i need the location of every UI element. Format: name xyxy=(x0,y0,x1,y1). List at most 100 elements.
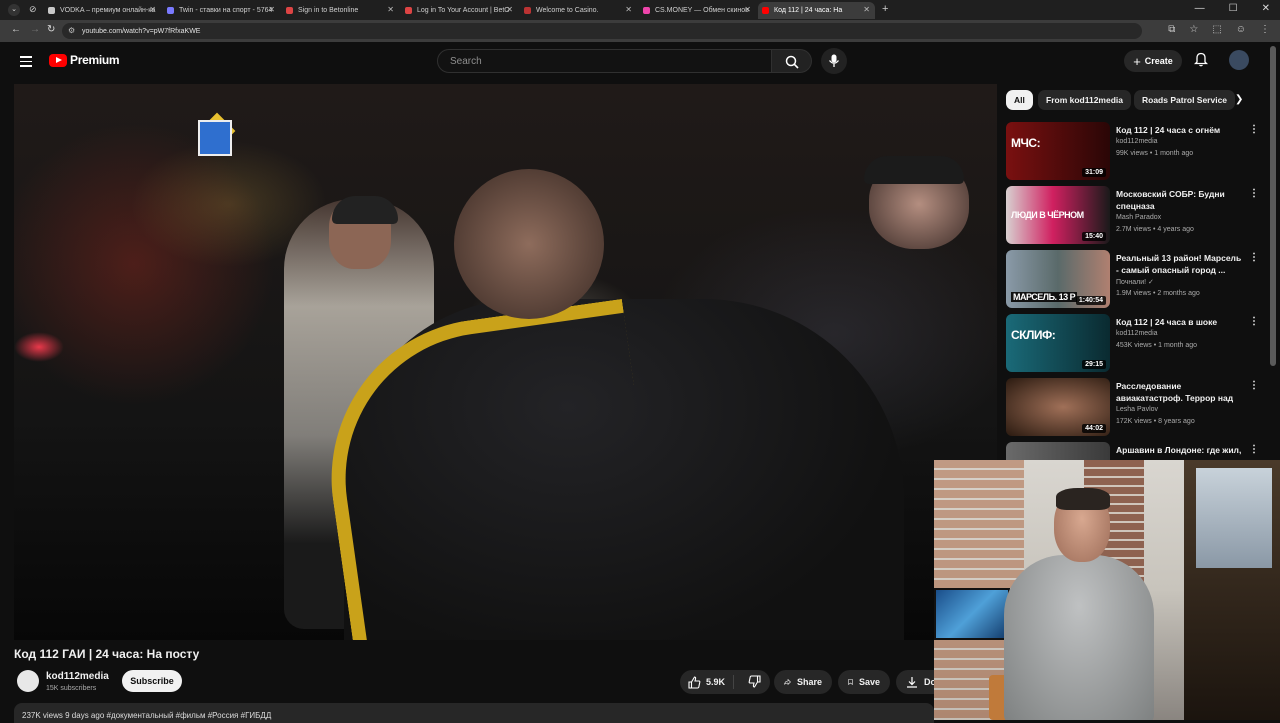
tab-title: Twin - ставки на спорт - 5764 xyxy=(179,7,273,14)
new-tab-icon[interactable]: + xyxy=(882,3,888,15)
video-thumbnail[interactable]: 44:02 xyxy=(1006,378,1110,436)
search-input[interactable] xyxy=(448,55,752,68)
tab-title: Sign in to Betonline xyxy=(298,7,359,14)
recommended-title[interactable]: Код 112 | 24 часа в шоке xyxy=(1116,316,1242,328)
create-button[interactable]: + Create xyxy=(1124,50,1182,72)
voice-search-button[interactable] xyxy=(821,48,847,74)
recommended-video[interactable]: 44:02 Расследование авиакатастроф. Терро… xyxy=(1006,378,1261,438)
account-avatar[interactable] xyxy=(1229,50,1249,70)
site-info-icon[interactable]: ⚙ xyxy=(68,26,75,35)
browser-tab[interactable]: CS.MONEY — Обмен скинов ✕ xyxy=(639,2,756,19)
more-actions-icon[interactable]: ⋮ xyxy=(1249,124,1259,135)
search-icon xyxy=(785,55,799,69)
page-scrollbar[interactable] xyxy=(1270,46,1276,366)
close-window-icon[interactable]: ✕ xyxy=(1262,3,1270,14)
blurred-face-image xyxy=(454,169,604,319)
video-thumbnail[interactable]: СКЛИФ: 29:15 xyxy=(1006,314,1110,372)
browser-tab[interactable]: Welcome to Casino. ✕ xyxy=(520,2,637,19)
browser-tab[interactable]: Log in To Your Account | BetO ✕ xyxy=(401,2,518,19)
chip-roads-patrol[interactable]: Roads Patrol Service xyxy=(1134,90,1236,110)
video-thumbnail[interactable]: МЧС: 31:09 xyxy=(1006,122,1110,180)
reload-icon[interactable]: ↻ xyxy=(47,24,55,35)
subscribe-button[interactable]: Subscribe xyxy=(122,670,182,692)
tail-light-image xyxy=(14,332,64,362)
recommended-video[interactable]: СКЛИФ: 29:15 Код 112 | 24 часа в шоке ko… xyxy=(1006,314,1261,374)
tab-search-icon[interactable]: ⊘ xyxy=(29,4,37,15)
tab-close-icon[interactable]: ✕ xyxy=(744,5,751,14)
youtube-premium-logo[interactable]: Premium xyxy=(49,53,120,67)
share-button[interactable]: Share xyxy=(774,670,832,694)
tab-close-icon[interactable]: ✕ xyxy=(625,5,632,14)
recommended-channel[interactable]: kod112media xyxy=(1116,138,1158,145)
streamer-body-image xyxy=(1004,555,1154,720)
notifications-button[interactable] xyxy=(1193,51,1209,72)
more-actions-icon[interactable]: ⋮ xyxy=(1249,188,1259,199)
minimize-icon[interactable]: — xyxy=(1195,3,1205,14)
tab-close-icon[interactable]: ✕ xyxy=(506,5,513,14)
recommended-channel[interactable]: Почнали! ✓ xyxy=(1116,278,1154,286)
recommended-title[interactable]: Московский СОБР: Будни спецназа xyxy=(1116,188,1242,212)
video-title: Код 112 ГАИ | 24 часа: На посту xyxy=(14,647,200,661)
browser-tab-active[interactable]: Код 112 | 24 часа: На ✕ xyxy=(758,2,875,19)
recommended-meta: 453K views • 1 month ago xyxy=(1116,342,1198,349)
recommended-title[interactable]: Код 112 | 24 часа с огнём xyxy=(1116,124,1242,136)
menu-hamburger-icon[interactable] xyxy=(20,56,32,67)
tab-close-icon[interactable]: ✕ xyxy=(268,5,275,14)
bell-icon xyxy=(1193,52,1209,67)
duration-badge: 44:02 xyxy=(1082,424,1106,433)
extensions-icon[interactable]: ⬚ xyxy=(1212,24,1221,35)
recommended-channel[interactable]: Lesha Pavlov xyxy=(1116,406,1158,413)
browser-tab[interactable]: Sign in to Betonline ✕ xyxy=(282,2,399,19)
back-icon[interactable]: ← xyxy=(11,24,21,35)
video-player[interactable] xyxy=(14,84,997,640)
more-actions-icon[interactable]: ⋮ xyxy=(1249,444,1259,455)
recommended-video[interactable]: МЧС: 31:09 Код 112 | 24 часа с огнём kod… xyxy=(1006,122,1261,182)
more-actions-icon[interactable]: ⋮ xyxy=(1249,380,1259,391)
browser-tab[interactable]: VODKA – премиум онлайн-ка ✕ xyxy=(44,2,161,19)
recommended-channel[interactable]: Mash Paradox xyxy=(1116,214,1161,221)
recommended-video[interactable]: Аршавин в Лондоне: где жил, ⋮ xyxy=(1006,442,1261,462)
like-button[interactable]: 5.9K xyxy=(680,675,735,689)
channel-avatar[interactable] xyxy=(17,670,39,692)
url-field[interactable]: ⚙ youtube.com/watch?v=pW7fRfxaKWE xyxy=(62,23,1142,39)
recommended-video[interactable]: МАРСЕЛЬ. 13 Р 1:40:54 Реальный 13 район!… xyxy=(1006,250,1261,310)
video-thumbnail[interactable]: МАРСЕЛЬ. 13 Р 1:40:54 xyxy=(1006,250,1110,308)
open-in-app-icon[interactable]: ⧉ xyxy=(1168,24,1175,35)
search-box xyxy=(437,49,772,73)
recommended-video[interactable]: ЛЮДИ В ЧЁРНОМ 15:40 Московский СОБР: Буд… xyxy=(1006,186,1261,246)
youtube-header: Premium + Create xyxy=(0,42,1268,80)
recommended-title[interactable]: Аршавин в Лондоне: где жил, xyxy=(1116,444,1242,456)
forward-icon[interactable]: → xyxy=(30,24,40,35)
tab-close-icon[interactable]: ✕ xyxy=(863,5,870,14)
recommended-channel[interactable]: kod112media xyxy=(1116,330,1158,337)
dislike-button[interactable] xyxy=(740,674,769,690)
more-actions-icon[interactable]: ⋮ xyxy=(1249,316,1259,327)
save-button[interactable]: Save xyxy=(838,670,890,694)
browser-menu-icon[interactable]: ⋮ xyxy=(1260,24,1270,35)
tab-favicon-icon xyxy=(48,7,55,14)
tab-close-icon[interactable]: ✕ xyxy=(149,5,156,14)
browser-tab[interactable]: Twin - ставки на спорт - 5764 ✕ xyxy=(163,2,280,19)
description-preview: 237K views 9 days ago #документальный #ф… xyxy=(22,711,272,720)
profile-icon[interactable]: ☺ xyxy=(1236,24,1246,35)
tab-list-icon[interactable]: ⌄ xyxy=(8,4,20,16)
recommended-meta: 172K views • 8 years ago xyxy=(1116,418,1195,425)
bookmark-star-icon[interactable]: ☆ xyxy=(1189,24,1198,35)
chip-from-channel[interactable]: From kod112media xyxy=(1038,90,1132,110)
video-thumbnail[interactable] xyxy=(1006,442,1110,462)
tab-favicon-icon xyxy=(286,7,293,14)
channel-name[interactable]: kod112media xyxy=(46,671,109,682)
chip-all[interactable]: All xyxy=(1006,90,1033,110)
recommended-title[interactable]: Реальный 13 район! Марсель - самый опасн… xyxy=(1116,252,1242,276)
maximize-icon[interactable]: ☐ xyxy=(1229,3,1238,14)
address-bar-actions: ⧉ ☆ ⬚ ☺ ⋮ xyxy=(1168,24,1270,35)
description-box[interactable]: 237K views 9 days ago #документальный #ф… xyxy=(14,703,934,723)
chips-next-chevron-icon[interactable]: ❯ xyxy=(1235,94,1243,105)
more-actions-icon[interactable]: ⋮ xyxy=(1249,252,1259,263)
tab-favicon-icon xyxy=(405,7,412,14)
recommended-title[interactable]: Расследование авиакатастроф. Террор над … xyxy=(1116,380,1242,405)
tab-close-icon[interactable]: ✕ xyxy=(387,5,394,14)
officer-cap-image xyxy=(332,196,398,224)
video-thumbnail[interactable]: ЛЮДИ В ЧЁРНОМ 15:40 xyxy=(1006,186,1110,244)
search-button[interactable] xyxy=(772,49,812,73)
